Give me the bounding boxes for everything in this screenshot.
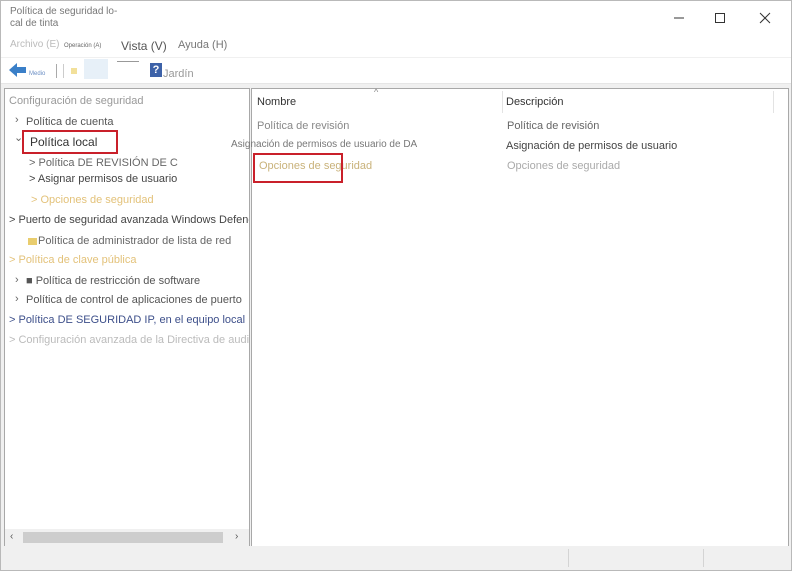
list-row-description: Opciones de seguridad [507,160,621,172]
forward-button[interactable]: Medio [29,66,45,82]
column-header-description-label: Descripción [506,96,564,108]
title-bar[interactable]: Política de seguridad lo- cal de tinta [1,1,791,35]
expand-chevron-icon[interactable]: › [15,274,19,286]
mmc-window: Política de seguridad lo- cal de tinta A… [0,0,792,571]
list-row-name[interactable]: Asignación de permisos de usuario de DA [231,139,417,150]
menu-bar: Archivo (E) Operación (A) Vista (V) Ayud… [1,35,791,57]
toolbar-separator-2 [63,64,64,78]
list-pane: Nombre ^ Descripción Política de revisió… [231,87,789,547]
tree-item-seguridad-ip[interactable]: > Política DE SEGURIDAD IP, en el equipo… [9,314,245,326]
tree-item-opciones-seguridad[interactable]: > Opciones de seguridad [31,194,154,206]
back-button[interactable] [9,62,27,78]
status-bar [1,546,791,570]
expand-chevron-icon[interactable]: › [15,293,19,305]
tree-pane: Configuración de seguridad › Política de… [4,88,250,547]
list-row-description: Política de revisión [507,120,600,132]
back-arrow-icon [9,63,26,77]
menu-archivo[interactable]: Archivo (E) [10,39,59,50]
help-label: Jardín [163,68,194,80]
help-icon[interactable]: ? [150,63,162,77]
list-row-description: Asignación de permisos de usuario [506,140,678,152]
column-header-name-label: Nombre [257,96,297,108]
menu-ayuda[interactable]: Ayuda (H) [178,39,227,51]
tree-item-firewall[interactable]: > Puerto de seguridad avanzada Windows D… [9,214,249,226]
highlight-box-opciones-seguridad [253,153,343,183]
tree-item-politica-cuenta[interactable]: Política de cuenta [26,116,113,128]
column-header-name[interactable]: Nombre [257,89,296,115]
toolbar-separator [56,64,57,78]
menu-operacion[interactable]: Operación (A) [64,43,101,49]
horizontal-scrollbar[interactable]: ‹ › [5,529,249,546]
tree-item-auditoria[interactable]: > Configuración avanzada de la Directiva… [9,334,249,346]
tree-item-restriccion-software[interactable]: ■ Política de restricción de software [26,275,200,287]
tree-item-clave-publica[interactable]: > Política de clave pública [9,254,137,266]
list-row-name[interactable]: Política de revisión [257,120,349,132]
folder-up-icon[interactable] [71,68,77,74]
status-divider [568,549,569,567]
minimize-icon [674,17,684,19]
show-tree-icon[interactable] [84,59,108,79]
close-button[interactable] [743,5,787,31]
window-title: Política de seguridad lo- cal de tinta [10,6,118,29]
tree-item-lista-red-label: Política de administrador de lista de re… [38,235,232,247]
scroll-right-icon[interactable]: › [235,531,238,542]
close-icon [759,12,771,24]
maximize-icon [715,13,725,23]
tree-item-lista-red[interactable]: Política de administrador de lista de re… [28,235,231,247]
sort-ascending-icon: ^ [374,87,379,97]
maximize-button[interactable] [698,5,742,31]
scroll-left-icon[interactable]: ‹ [10,531,13,542]
scroll-thumb[interactable] [23,532,223,543]
tree-item-asignar-permisos[interactable]: > Asignar permisos de usuario [29,173,177,185]
highlight-box-politica-local [22,130,118,154]
menu-vista[interactable]: Vista (V) [121,39,167,53]
column-divider[interactable] [502,91,503,113]
tree-item-politica-revision[interactable]: > Política DE REVISIÓN DE C [29,157,178,169]
status-divider [703,549,704,567]
tree-item-control-aplicaciones[interactable]: Política de control de aplicaciones de p… [26,294,242,306]
export-list-icon[interactable] [117,61,139,65]
tree-root[interactable]: Configuración de seguridad [9,95,144,107]
column-header-description[interactable]: Descripción [506,89,563,115]
toolbar: Medio ? Jardín [1,58,791,84]
column-divider[interactable] [773,91,774,113]
folder-icon [28,237,37,245]
minimize-button[interactable] [657,5,701,31]
expand-chevron-icon[interactable]: › [15,114,19,126]
